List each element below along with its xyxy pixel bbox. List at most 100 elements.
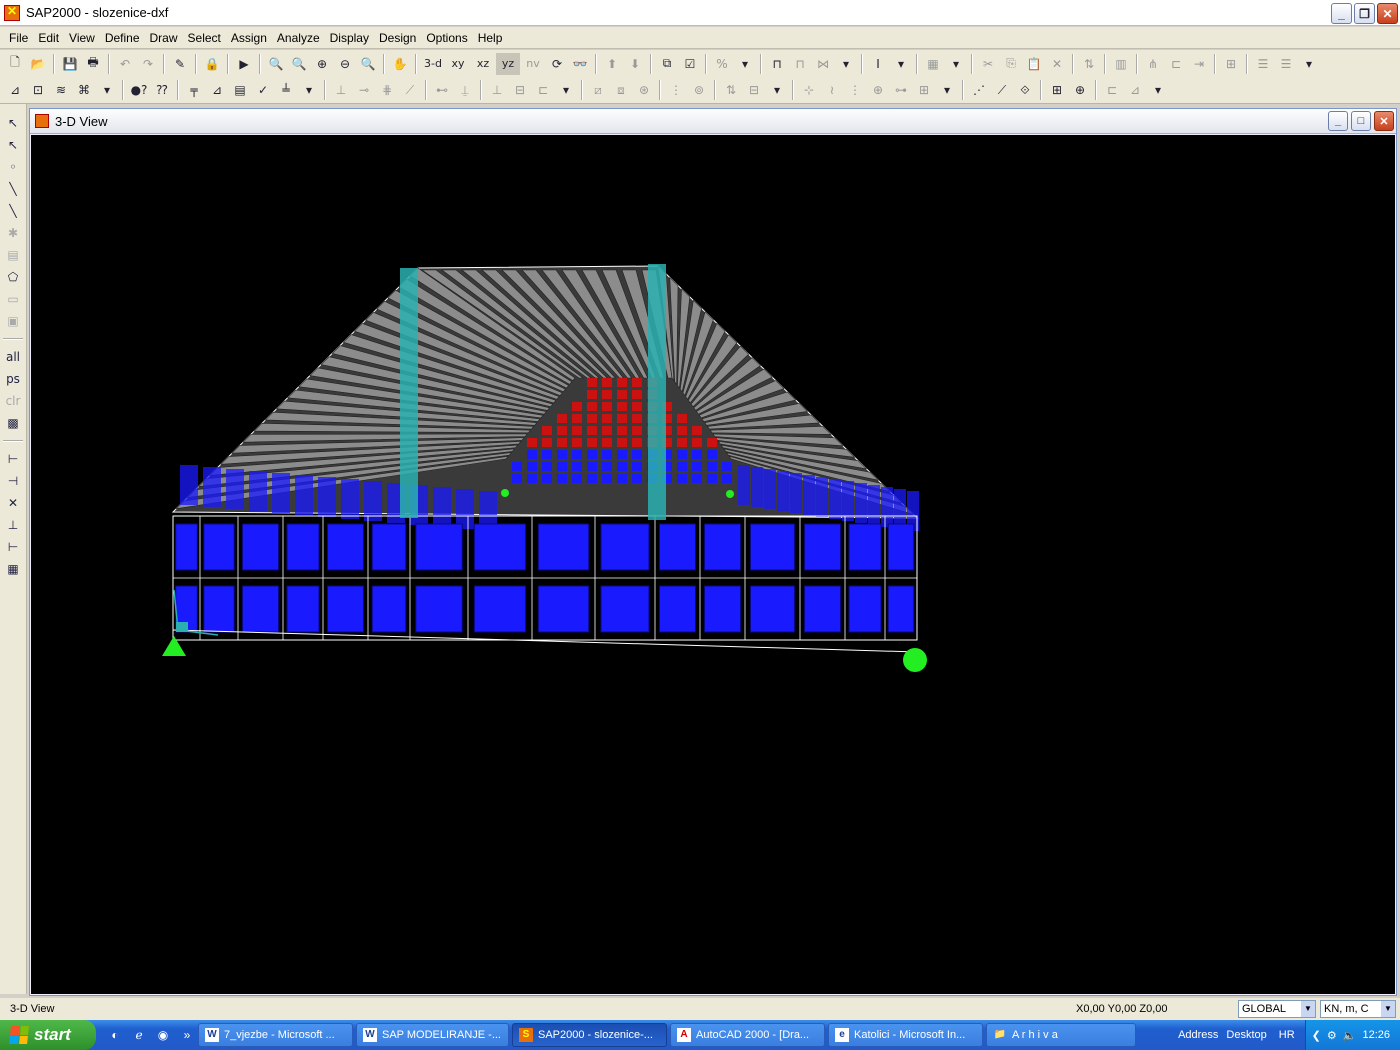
view-xz-button[interactable]: xz (471, 53, 495, 75)
menu-view[interactable]: View (64, 31, 100, 45)
quick-draw-icon[interactable]: ⊷ (431, 79, 453, 101)
zoom-window-icon[interactable]: 🔍 (265, 53, 287, 75)
zoom-full-icon[interactable]: 🔍 (357, 53, 379, 75)
reshape-icon[interactable]: ⇅ (720, 79, 742, 101)
joint-springs-icon[interactable]: ≀ (821, 79, 843, 101)
view-nv-button[interactable]: nv (521, 53, 545, 75)
taskbar-item[interactable]: A AutoCAD 2000 - [Dra... (670, 1023, 825, 1047)
save-icon[interactable]: 💾 (59, 53, 81, 75)
media-player-icon[interactable]: ◉ (154, 1026, 172, 1044)
quick-launch-more-icon[interactable]: » (178, 1026, 196, 1044)
snap-perpendicular-icon[interactable]: ⊥ (2, 514, 24, 536)
menu-draw[interactable]: Draw (145, 31, 183, 45)
check-icon[interactable]: ☑ (679, 53, 701, 75)
menu-design[interactable]: Design (374, 31, 421, 45)
dropdown-arrow-icon[interactable]: ▾ (945, 53, 967, 75)
zoom-in-icon[interactable]: ⊕ (311, 53, 333, 75)
draw-solid-icon[interactable]: ⧈ (610, 79, 632, 101)
tray-expand-icon[interactable]: ❮ (1312, 1029, 1321, 1042)
dropdown-arrow-icon[interactable]: ▾ (766, 79, 788, 101)
dropdown-arrow-icon[interactable]: ▾ (1147, 79, 1169, 101)
coordinate-system-select[interactable]: GLOBAL ▼ (1238, 1000, 1316, 1018)
frame-icon[interactable]: ⊓ (766, 53, 788, 75)
view-close-button[interactable]: ✕ (1374, 111, 1394, 131)
draw-link-icon[interactable]: ✱ (2, 222, 24, 244)
show-desktop-icon[interactable]: ◐ (106, 1026, 124, 1044)
snap-grid-icon[interactable]: ⊞ (1046, 79, 1068, 101)
view-minimize-button[interactable]: _ (1328, 111, 1348, 131)
grid-icon[interactable]: ▥ (1110, 53, 1132, 75)
frame-section-icon[interactable]: ⊓ (789, 53, 811, 75)
object-shrink-icon[interactable]: ⧉ (656, 53, 678, 75)
rotate-icon[interactable]: ⟳ (546, 53, 568, 75)
taskbar-item[interactable]: W 7_vjezbe - Microsoft ... (198, 1023, 353, 1047)
snap-lines-icon[interactable]: ⊢ (2, 536, 24, 558)
joint-local-axes-icon[interactable]: ⊕ (867, 79, 889, 101)
draw-cable-icon[interactable]: ⊸ (353, 79, 375, 101)
dropdown-arrow-icon[interactable]: ▾ (555, 79, 577, 101)
lock-icon[interactable]: 🔒 (201, 53, 223, 75)
snap-perpendicular-icon[interactable]: ⊕ (1069, 79, 1091, 101)
draw-frame-line-icon[interactable]: ╲ (2, 200, 24, 222)
truss-icon[interactable]: ⋈ (812, 53, 834, 75)
snap-fine-icon[interactable]: ⊿ (1124, 79, 1146, 101)
joint-panel-icon[interactable]: ⊞ (913, 79, 935, 101)
chevron-down-icon[interactable]: ▼ (1381, 1001, 1395, 1017)
draw-poly-area-icon[interactable]: ⬠ (2, 266, 24, 288)
taskbar-item[interactable]: e Katolici - Microsoft In... (828, 1023, 983, 1047)
menu-analyze[interactable]: Analyze (272, 31, 325, 45)
move-down-icon[interactable]: ⬇ (624, 53, 646, 75)
units-select[interactable]: KN, m, C ▼ (1320, 1000, 1396, 1018)
minimize-button[interactable]: _ (1331, 3, 1352, 24)
dropdown-arrow-icon[interactable]: ▾ (1298, 53, 1320, 75)
pointer-icon[interactable]: ↖ (2, 112, 24, 134)
quick-draw-area-icon[interactable]: ▣ (2, 310, 24, 332)
replicate-icon[interactable]: ⇅ (1078, 53, 1100, 75)
redo-icon[interactable]: ↷ (137, 53, 159, 75)
cut-icon[interactable]: ✂ (977, 53, 999, 75)
area-section-icon[interactable]: ▦ (922, 53, 944, 75)
draw-brace-icon[interactable]: ⍊ (454, 79, 476, 101)
view-yz-button[interactable]: yz (496, 52, 520, 75)
draw-section-cut-icon[interactable]: ▤ (2, 244, 24, 266)
check-design-icon[interactable]: ●? (128, 79, 150, 101)
address-value[interactable]: Desktop (1226, 1029, 1266, 1041)
previous-selection-button[interactable]: ps (2, 368, 24, 390)
clear-selection-button[interactable]: clr (2, 390, 24, 412)
restraints-icon[interactable]: ╧ (275, 79, 297, 101)
taskbar-item[interactable]: 📁 A r h i v a (986, 1023, 1136, 1047)
dropdown-arrow-icon[interactable]: ▾ (96, 79, 118, 101)
draw-rect-area-icon[interactable]: ▭ (2, 288, 24, 310)
perspective-icon[interactable]: 👓 (569, 53, 591, 75)
close-button[interactable]: ✕ (1377, 3, 1398, 24)
dropdown-arrow-icon[interactable]: ▾ (734, 53, 756, 75)
snap-fine-grid-icon[interactable]: ▦ (2, 558, 24, 580)
start-button[interactable]: start (0, 1020, 96, 1050)
divide-icon[interactable]: ⋔ (1142, 53, 1164, 75)
extrude-icon[interactable]: ⇥ (1188, 53, 1210, 75)
show-undeformed-icon[interactable]: ⊿ (4, 79, 26, 101)
snap-midpoints-icon[interactable]: ⊣ (2, 470, 24, 492)
language-indicator[interactable]: HR (1279, 1029, 1295, 1041)
menu-edit[interactable]: Edit (33, 31, 64, 45)
draw-reference-icon[interactable]: ⊚ (688, 79, 710, 101)
draw-poly-area-icon[interactable]: ⊟ (509, 79, 531, 101)
internet-explorer-icon[interactable]: ℯ (130, 1026, 148, 1044)
joint-patterns-icon[interactable]: ⊶ (890, 79, 912, 101)
menu-help[interactable]: Help (473, 31, 508, 45)
joint-constraint-icon[interactable]: ⋮ (844, 79, 866, 101)
snap-ends-icon[interactable]: ⟋ (991, 79, 1013, 101)
percent-icon[interactable]: % (711, 53, 733, 75)
draw-line-icon[interactable]: ╲ (2, 178, 24, 200)
structure-3d-model[interactable] (31, 135, 1395, 994)
joint-loads-icon[interactable]: ✓ (252, 79, 274, 101)
zoom-restore-icon[interactable]: 🔍 (288, 53, 310, 75)
snap-intersect-icon[interactable]: ⟐ (1014, 79, 1036, 101)
dropdown-arrow-icon[interactable]: ▾ (890, 53, 912, 75)
view-maximize-button[interactable]: □ (1351, 111, 1371, 131)
joint-mass-icon[interactable]: ⊹ (798, 79, 820, 101)
select-all-button[interactable]: all (2, 346, 24, 368)
view-xy-button[interactable]: xy (446, 53, 470, 75)
pencil-icon[interactable]: ✎ (169, 53, 191, 75)
move-up-icon[interactable]: ⬆ (601, 53, 623, 75)
